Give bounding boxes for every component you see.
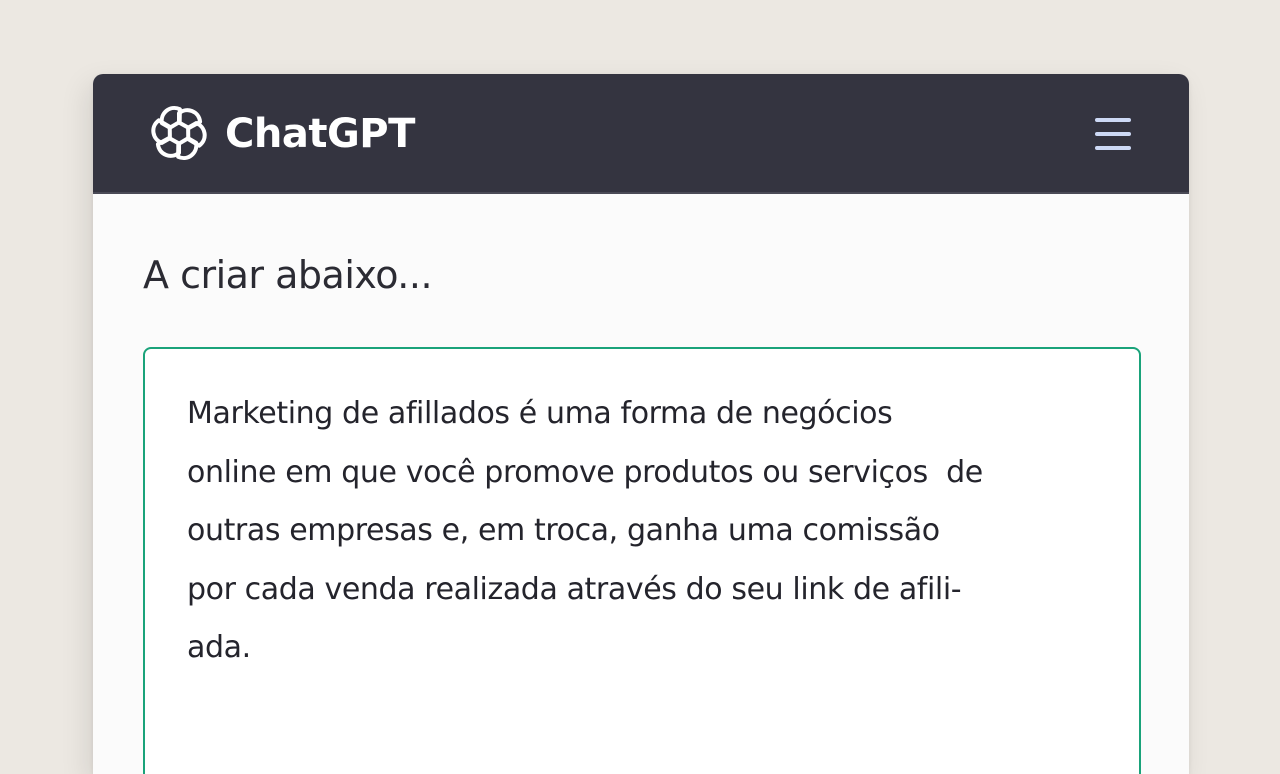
menu-bar-top — [1095, 118, 1131, 122]
top-navigation-bar: ChatGPT — [93, 74, 1189, 194]
response-paragraph: Marketing de afillados é uma forma de ne… — [187, 385, 1107, 678]
response-box: Marketing de afillados é uma forma de ne… — [143, 347, 1141, 774]
openai-logo-icon[interactable] — [148, 102, 210, 164]
hamburger-menu-icon[interactable] — [1091, 114, 1135, 154]
brand-name[interactable]: ChatGPT — [225, 106, 415, 162]
chat-content: A criar abaixo... Marketing de afillados… — [93, 194, 1189, 774]
paragraph-line: por cada venda realizada através do seu … — [187, 571, 962, 607]
paragraph-line: Marketing de afillados é uma forma de ne… — [187, 396, 893, 431]
chat-window: ChatGPT A criar abaixo... Marketing de a… — [93, 74, 1189, 774]
paragraph-line: ada. — [187, 630, 251, 665]
paragraph-line: outras empresas e, em troca, ganha uma c… — [187, 513, 940, 548]
menu-bar-middle — [1095, 132, 1131, 136]
page-heading: A criar abaixo... — [143, 253, 433, 297]
menu-bar-bottom — [1095, 146, 1131, 150]
paragraph-line: online em que você promove produtos ou s… — [187, 454, 983, 490]
